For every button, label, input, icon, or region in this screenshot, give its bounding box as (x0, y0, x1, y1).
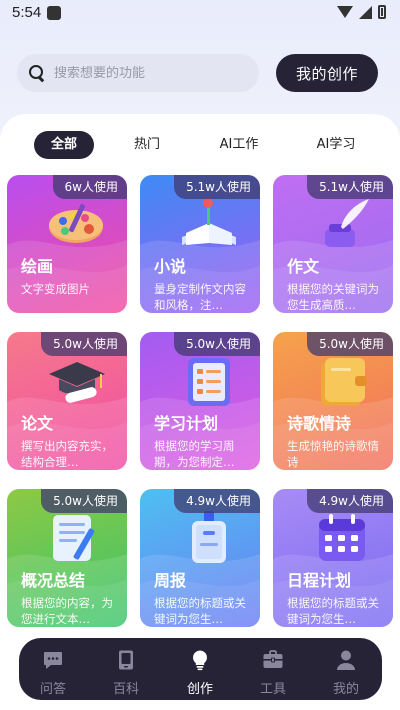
feature-card[interactable]: 4.9w人使用 日程计划 根据您的标题或关键词为您生… (273, 489, 393, 627)
card-title: 周报 (154, 571, 187, 590)
feature-card[interactable]: 4.9w人使用 周报 根据您的标题或关键词为您生… (140, 489, 260, 627)
calendar-icon (319, 514, 365, 561)
search-icon (29, 65, 45, 81)
nav-item-mine[interactable]: 我的 (316, 638, 376, 700)
nav-label-qa: 问答 (39, 682, 66, 697)
nav-item-qa[interactable]: 问答 (23, 638, 83, 700)
notebook-icon (321, 358, 367, 406)
card-title: 绘画 (21, 257, 54, 276)
chat-icon (44, 652, 62, 669)
search-input[interactable] (54, 65, 234, 81)
notification-app-icon (47, 6, 61, 20)
usage-badge: 5.0w人使用 (174, 332, 260, 356)
toolbox-icon (263, 650, 283, 668)
quill-ink-icon (325, 199, 369, 247)
card-title: 作文 (287, 257, 320, 276)
card-title: 概况总结 (21, 571, 86, 590)
wifi-icon (337, 6, 353, 18)
id-badge-icon (192, 511, 226, 563)
card-description: 根据您的学习周期，为您制定… (154, 439, 235, 469)
card-description: 文字变成图片 (21, 282, 90, 296)
card-description: 根据您的内容，为您进行文本… (21, 596, 113, 626)
usage-badge: 4.9w人使用 (307, 489, 393, 513)
tab-all[interactable]: 全部 (34, 131, 94, 159)
usage-badge: 5.0w人使用 (41, 489, 127, 513)
feature-card[interactable]: 5.0w人使用 论文 撰写出内容充实，结构合理… (7, 332, 127, 470)
nav-item-wiki[interactable]: 百科 (96, 638, 156, 700)
feature-card[interactable]: 5.1w人使用 小说 量身定制作文内容和风格，注… (140, 175, 260, 313)
document-pen-icon (53, 515, 95, 561)
my-creation-button[interactable]: 我的创作 (276, 54, 378, 92)
nav-label-create: 创作 (186, 682, 213, 697)
usage-badge: 5.1w人使用 (307, 175, 393, 199)
bottom-navigation: 问答 百科 创作 工具 我的 (19, 638, 382, 700)
card-title: 诗歌情诗 (287, 414, 352, 433)
feature-card[interactable]: 5.1w人使用 作文 根据您的关键词为您生成高质… (273, 175, 393, 313)
usage-badge: 4.9w人使用 (174, 489, 260, 513)
paint-palette-icon (49, 204, 103, 243)
tablet-icon (119, 650, 133, 670)
card-title: 小说 (154, 257, 187, 276)
card-description: 根据您的标题或关键词为您生… (287, 596, 379, 626)
nav-item-create[interactable]: 创作 (170, 638, 230, 700)
card-title: 日程计划 (287, 571, 352, 590)
usage-badge: 5.1w人使用 (174, 175, 260, 199)
feature-card[interactable]: 5.0w人使用 概况总结 根据您的内容，为您进行文本… (7, 489, 127, 627)
usage-badge: 5.0w人使用 (307, 332, 393, 356)
status-time: 5:54 (12, 4, 42, 21)
graduation-cap-icon (49, 362, 105, 403)
card-description: 根据您的标题或关键词为您生… (154, 596, 246, 626)
tab-ai-work[interactable]: AI工作 (214, 131, 264, 159)
signal-icon (359, 5, 372, 19)
card-title: 学习计划 (154, 414, 219, 433)
checklist-icon (188, 358, 230, 406)
usage-badge: 5.0w人使用 (41, 332, 127, 356)
nav-item-tools[interactable]: 工具 (243, 638, 303, 700)
feature-card[interactable]: 5.0w人使用 诗歌情诗 生成惊艳的诗歌情诗 (273, 332, 393, 470)
feature-card[interactable]: 6w人使用 绘画 文字变成图片 (7, 175, 127, 313)
card-description: 量身定制作文内容和风格，注… (154, 282, 246, 312)
category-tabs: 全部 热门 AI工作 AI学习 (34, 131, 374, 159)
card-title: 论文 (21, 414, 54, 433)
nav-label-wiki: 百科 (112, 682, 139, 697)
tab-ai-study[interactable]: AI学习 (310, 131, 362, 159)
search-bar[interactable] (17, 54, 259, 92)
status-indicators (337, 5, 386, 19)
status-bar: 5:54 (0, 0, 400, 28)
nav-label-tools: 工具 (259, 682, 286, 697)
lightbulb-icon (193, 650, 207, 671)
card-description: 生成惊艳的诗歌情诗 (287, 439, 379, 469)
open-book-icon (182, 198, 236, 245)
tab-hot[interactable]: 热门 (126, 131, 168, 159)
nav-label-mine: 我的 (332, 682, 359, 697)
battery-icon (378, 5, 386, 19)
user-icon (337, 650, 355, 670)
card-description: 根据您的关键词为您生成高质… (287, 282, 379, 312)
card-description: 撰写出内容充实，结构合理… (21, 439, 113, 469)
feature-card[interactable]: 5.0w人使用 学习计划 根据您的学习周期，为您制定… (140, 332, 260, 470)
usage-badge: 6w人使用 (52, 175, 127, 199)
